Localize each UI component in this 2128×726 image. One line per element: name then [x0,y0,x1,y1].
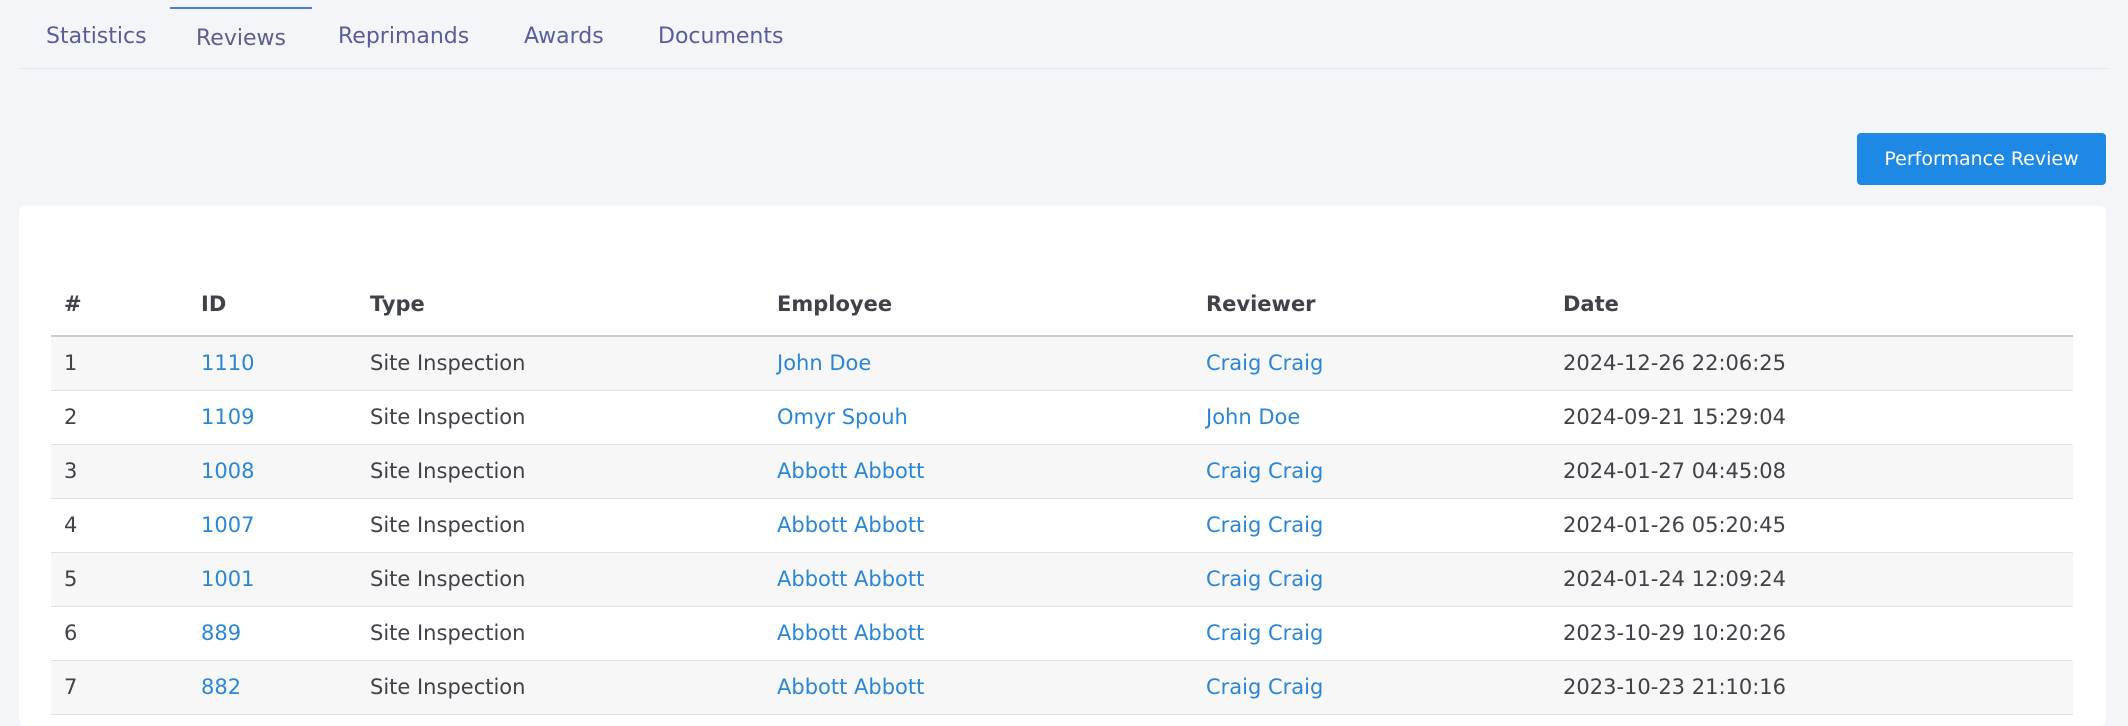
header-reviewer: Reviewer [1193,272,1550,337]
table-header-row: # ID Type Employee Reviewer Date [51,272,2073,337]
review-date: 2024-01-24 12:09:24 [1550,552,2073,607]
reviewer-link[interactable]: Craig Craig [1193,498,1550,553]
table-row: 2 1109 Site Inspection Omyr Spouh John D… [51,390,2073,445]
tab-awards[interactable]: Awards [524,24,604,49]
employee-link[interactable]: John Doe [764,336,1193,391]
table-row: 1 1110 Site Inspection John Doe Craig Cr… [51,336,2073,391]
review-id-link[interactable]: 1110 [188,336,357,391]
row-number: 5 [51,552,188,607]
reviews-card: # ID Type Employee Reviewer Date 1 1110 … [19,206,2106,726]
reviews-table: # ID Type Employee Reviewer Date 1 1110 … [51,272,2073,715]
table-row: 4 1007 Site Inspection Abbott Abbott Cra… [51,498,2073,553]
table-row: 7 882 Site Inspection Abbott Abbott Crai… [51,660,2073,715]
review-id-link[interactable]: 882 [188,660,357,715]
tab-reprimands[interactable]: Reprimands [338,24,469,49]
review-id-link[interactable]: 1001 [188,552,357,607]
active-tab-indicator [170,7,312,9]
table-row: 3 1008 Site Inspection Abbott Abbott Cra… [51,444,2073,499]
tab-documents[interactable]: Documents [658,24,783,49]
review-date: 2024-01-27 04:45:08 [1550,444,2073,499]
performance-review-button[interactable]: Performance Review [1857,133,2106,185]
review-id-link[interactable]: 1008 [188,444,357,499]
row-number: 6 [51,606,188,661]
tab-bar: Statistics Reviews Reprimands Awards Doc… [20,0,2108,69]
header-id: ID [188,272,357,337]
employee-link[interactable]: Omyr Spouh [764,390,1193,445]
review-id-link[interactable]: 1007 [188,498,357,553]
row-number: 1 [51,336,188,391]
review-type: Site Inspection [357,606,764,661]
header-date: Date [1550,272,2073,337]
row-number: 7 [51,660,188,715]
employee-link[interactable]: Abbott Abbott [764,552,1193,607]
table-row: 5 1001 Site Inspection Abbott Abbott Cra… [51,552,2073,607]
reviewer-link[interactable]: Craig Craig [1193,444,1550,499]
review-type: Site Inspection [357,390,764,445]
row-number: 4 [51,498,188,553]
review-type: Site Inspection [357,552,764,607]
review-id-link[interactable]: 1109 [188,390,357,445]
header-type: Type [357,272,764,337]
review-date: 2024-09-21 15:29:04 [1550,390,2073,445]
row-number: 3 [51,444,188,499]
header-num: # [51,272,188,337]
review-date: 2023-10-23 21:10:16 [1550,660,2073,715]
tab-reviews[interactable]: Reviews [196,26,286,51]
employee-link[interactable]: Abbott Abbott [764,444,1193,499]
tab-statistics[interactable]: Statistics [46,24,147,49]
review-date: 2024-01-26 05:20:45 [1550,498,2073,553]
review-type: Site Inspection [357,444,764,499]
review-type: Site Inspection [357,660,764,715]
review-id-link[interactable]: 889 [188,606,357,661]
employee-link[interactable]: Abbott Abbott [764,606,1193,661]
header-employee: Employee [764,272,1193,337]
reviewer-link[interactable]: Craig Craig [1193,660,1550,715]
employee-link[interactable]: Abbott Abbott [764,660,1193,715]
row-number: 2 [51,390,188,445]
employee-link[interactable]: Abbott Abbott [764,498,1193,553]
review-date: 2023-10-29 10:20:26 [1550,606,2073,661]
review-date: 2024-12-26 22:06:25 [1550,336,2073,391]
reviewer-link[interactable]: Craig Craig [1193,336,1550,391]
review-type: Site Inspection [357,336,764,391]
table-row: 6 889 Site Inspection Abbott Abbott Crai… [51,606,2073,661]
reviewer-link[interactable]: John Doe [1193,390,1550,445]
review-type: Site Inspection [357,498,764,553]
reviewer-link[interactable]: Craig Craig [1193,606,1550,661]
reviewer-link[interactable]: Craig Craig [1193,552,1550,607]
